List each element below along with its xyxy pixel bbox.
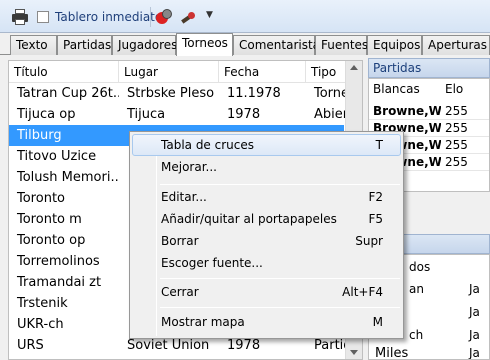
tab-aperturas[interactable]: Aperturas: [422, 35, 490, 55]
games-row[interactable]: Browne,W 255: [369, 103, 489, 120]
cell-title: Toronto: [17, 191, 65, 206]
cell-extra: Ja: [469, 346, 480, 360]
cell-place: Tijuca: [127, 107, 166, 122]
table-row[interactable]: Tijuca op Tijuca 1978 Abiert: [9, 104, 346, 125]
menu-item-cerrar[interactable]: Cerrar Alt+F4: [132, 281, 401, 303]
cell-player: an: [409, 282, 424, 296]
cell-title: Tijuca op: [17, 107, 76, 122]
tab-fuentes[interactable]: Fuentes: [315, 35, 368, 55]
chevron-down-icon[interactable]: ▼: [206, 10, 213, 20]
menu-separator: [160, 307, 400, 308]
menu-item-portapapeles[interactable]: Añadir/quitar al portapapeles F5: [132, 208, 401, 230]
column-header-title[interactable]: Título: [9, 61, 119, 83]
menu-item-mejorar[interactable]: Mejorar...: [132, 156, 401, 178]
cell-title: Tolush Memori..: [17, 170, 119, 185]
tab-equipos[interactable]: Equipos: [367, 35, 422, 55]
printer-icon[interactable]: [12, 9, 28, 25]
cell-extra: Ja: [469, 328, 480, 342]
cell-place: Strbske Pleso: [127, 86, 215, 101]
column-header-date[interactable]: Fecha: [219, 61, 306, 83]
menu-item-borrar[interactable]: Borrar Supr: [132, 230, 401, 252]
players-row[interactable]: Miles Ja: [369, 345, 489, 360]
toolbar: Tablero inmediato ▼: [0, 0, 490, 33]
column-header-white[interactable]: Blancas: [369, 81, 439, 98]
cell-player: Miles: [375, 346, 409, 360]
table-row[interactable]: Tatran Cup 26t.. Strbske Pleso 11.1978 T…: [9, 83, 346, 104]
menu-item-mostrar-mapa[interactable]: Mostrar mapa M: [132, 311, 401, 333]
column-header-type[interactable]: Tipo: [306, 61, 346, 83]
cell-player: [405, 304, 455, 321]
column-header-elo[interactable]: Elo: [441, 81, 489, 98]
cell-type: Torne: [314, 86, 346, 101]
menu-item-editar[interactable]: Editar... F2: [132, 186, 401, 208]
immediate-board-label: Tablero inmediato: [55, 10, 163, 24]
tab-bar: Texto Partidas Jugadores Torneos Comenta…: [0, 33, 490, 56]
cell-extra: Ja: [469, 282, 480, 296]
tab-torneos[interactable]: Torneos: [176, 33, 233, 56]
cell-player: ch: [409, 328, 424, 342]
scroll-up-arrow-icon[interactable]: [350, 65, 358, 70]
tab-partidas[interactable]: Partidas: [57, 35, 112, 55]
pin-tool-icon[interactable]: [181, 9, 197, 25]
cell-title: UKR-ch: [17, 317, 64, 332]
cell-title: Torremolinos: [17, 254, 100, 269]
menu-item-escoger-fuente[interactable]: Escoger fuente...: [132, 252, 401, 274]
tab-comentarista[interactable]: Comentarista: [233, 35, 320, 55]
tab-texto[interactable]: Texto: [10, 35, 57, 55]
cell-elo: 255: [445, 121, 468, 135]
cell-date: 1978: [227, 107, 261, 122]
tab-jugadores[interactable]: Jugadores: [112, 35, 177, 55]
scroll-down-arrow-icon[interactable]: [350, 350, 358, 355]
board-tool-icon[interactable]: [156, 9, 172, 25]
games-pane-title: Partidas: [368, 58, 490, 78]
cell-title: Tramandai zt: [17, 275, 102, 290]
cell-title: Titovo Uzice: [17, 149, 97, 164]
column-header-players[interactable]: dos: [405, 259, 455, 276]
menu-item-tabla-de-cruces[interactable]: Tabla de cruces T: [132, 134, 401, 156]
cell-elo: 255: [445, 138, 468, 152]
cell-extra: Ja: [469, 305, 480, 319]
cell-title: Tilburg: [17, 128, 62, 143]
cell-title: Toronto op: [17, 233, 86, 248]
context-menu: Tabla de cruces T Mejorar... Editar... F…: [129, 131, 404, 339]
cell-title: Trstenik: [17, 296, 68, 311]
cell-elo: 255: [445, 155, 468, 169]
cell-elo: 255: [445, 104, 468, 118]
cell-white: Browne,W: [373, 104, 441, 118]
immediate-board-checkbox[interactable]: [37, 11, 49, 23]
cell-title: Toronto m: [17, 212, 82, 227]
column-header-place[interactable]: Lugar: [119, 61, 219, 83]
cell-date: 11.1978: [227, 86, 281, 101]
toolbar-separator: [150, 7, 151, 27]
cell-title: URS: [17, 338, 44, 353]
menu-separator: [160, 278, 400, 279]
menu-separator: [160, 184, 400, 185]
cell-title: Tatran Cup 26t..: [17, 86, 119, 101]
cell-type: Abiert: [314, 107, 346, 122]
